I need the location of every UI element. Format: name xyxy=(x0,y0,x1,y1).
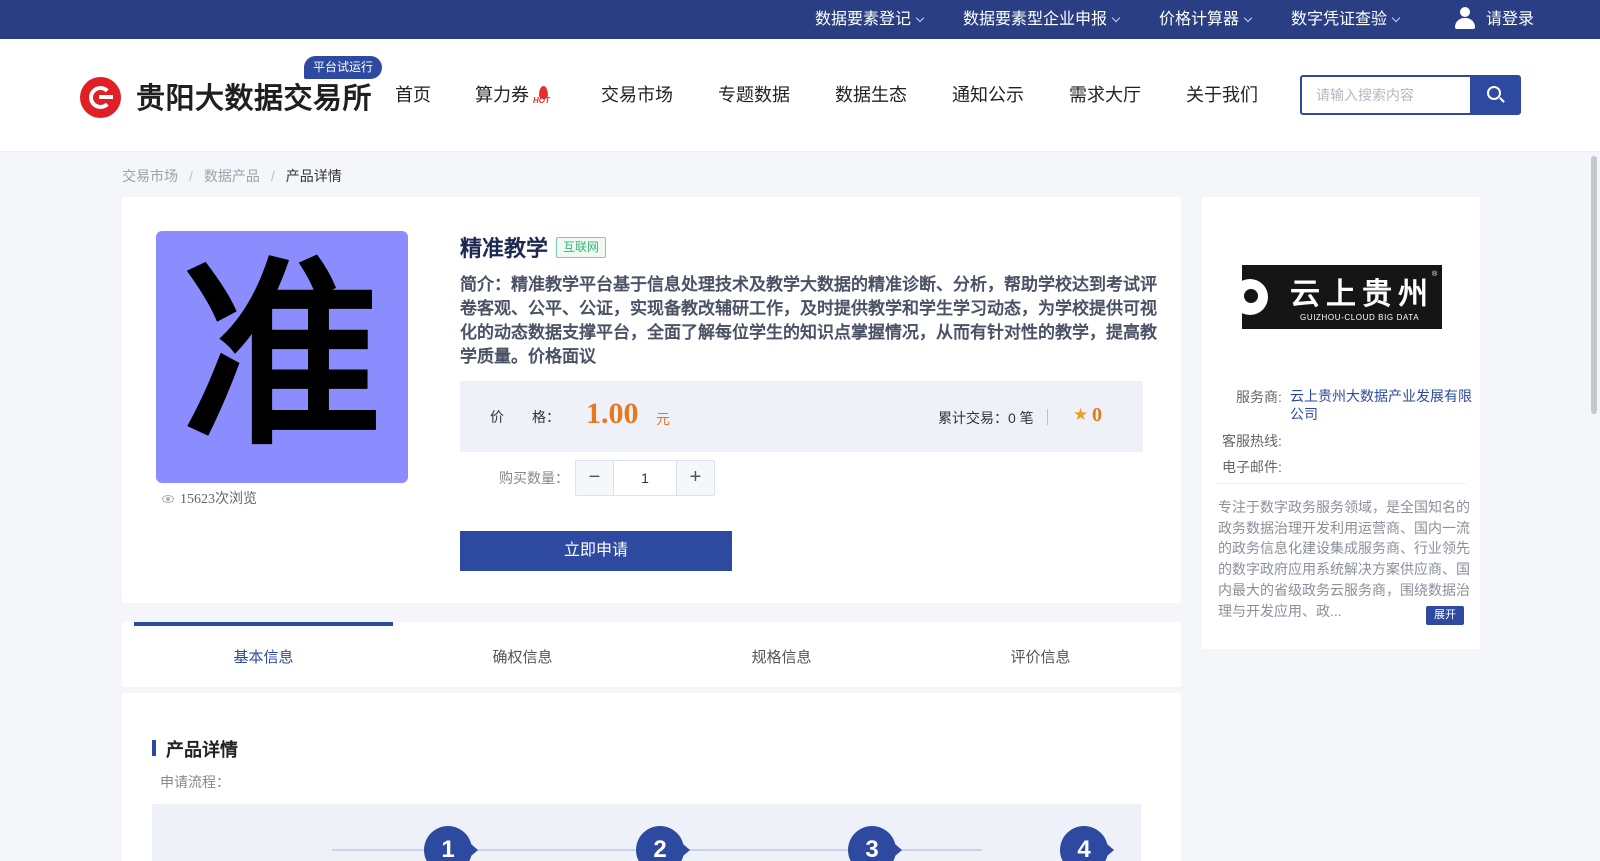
price-panel: 价 格： 1.00 元 累计交易：0 笔 ★ 0 xyxy=(460,381,1143,452)
section-title: 产品详情 xyxy=(166,740,238,760)
nav-demand-hall[interactable]: 需求大厅 xyxy=(1069,81,1141,107)
quantity-decrease-button[interactable]: − xyxy=(576,461,614,495)
topbar-digital-certificate[interactable]: 数字凭证查验 xyxy=(1291,0,1401,39)
tab-rights-info[interactable]: 确权信息 xyxy=(393,622,652,687)
price-label: 价 格： xyxy=(490,409,560,425)
product-image: 准 xyxy=(156,231,408,483)
quantity-label: 购买数量： xyxy=(499,470,569,486)
vendor-card: 云上贵州 ® GUIZHOU-CLOUD BIG DATA 服务商: 云上贵州大… xyxy=(1202,197,1480,649)
search-box xyxy=(1300,75,1521,115)
chevron-down-icon xyxy=(1243,13,1253,23)
provider-label: 服务商: xyxy=(1236,389,1282,405)
vendor-intro: 专注于数字政务服务领域，是全国知名的政务数据治理开发利用运营商、国内一流的政务信… xyxy=(1218,499,1470,619)
trade-count: 累计交易：0 笔 xyxy=(938,410,1034,426)
nav-ecosystem[interactable]: 数据生态 xyxy=(835,81,907,107)
email-label: 电子邮件: xyxy=(1222,459,1282,475)
divider xyxy=(1216,483,1466,484)
site-logo-icon[interactable] xyxy=(80,77,121,118)
hotline-label: 客服热线: xyxy=(1222,433,1282,449)
search-input[interactable] xyxy=(1302,77,1472,113)
beta-badge: 平台试运行 xyxy=(304,56,383,79)
quantity-increase-button[interactable]: + xyxy=(676,461,714,495)
top-bar: 数据要素登记 数据要素型企业申报 价格计算器 数字凭证查验 请登录 xyxy=(0,0,1600,39)
divider xyxy=(1047,409,1048,425)
chevron-down-icon xyxy=(1111,13,1121,23)
tab-spec-info[interactable]: 规格信息 xyxy=(652,622,911,687)
flow-step-2: 2 xyxy=(636,826,690,861)
site-name[interactable]: 贵阳大数据交易所 xyxy=(136,75,372,117)
breadcrumb: 交易市场 / 数据产品 / 产品详情 xyxy=(122,168,342,184)
flow-step-4: 4 xyxy=(1060,826,1114,861)
topbar-enterprise-declaration[interactable]: 数据要素型企业申报 xyxy=(963,0,1121,39)
quantity-stepper: − + xyxy=(575,460,715,496)
search-button[interactable] xyxy=(1470,77,1519,113)
nav-market[interactable]: 交易市场 xyxy=(601,81,673,107)
chevron-down-icon xyxy=(1391,13,1401,23)
scrollbar-thumb[interactable] xyxy=(1591,156,1597,414)
price-unit: 元 xyxy=(656,411,670,427)
chevron-down-icon xyxy=(915,13,925,23)
category-tag: 互联网 xyxy=(556,237,607,258)
site-header: 贵阳大数据交易所 平台试运行 首页 算力券 HOT 交易市场 专题数据 数据生态 … xyxy=(0,39,1600,152)
application-flow: 1 2 3 4 xyxy=(152,804,1141,861)
topbar-price-calculator[interactable]: 价格计算器 xyxy=(1159,0,1253,39)
product-description: 简介：精准教学平台基于信息处理技术及教学大数据的精准诊断、分析，帮助学校达到考试… xyxy=(460,275,1157,366)
provider-name[interactable]: 云上贵州大数据产业发展有限公司 xyxy=(1290,387,1474,423)
breadcrumb-current: 产品详情 xyxy=(285,168,342,184)
cloud-logo-icon xyxy=(1242,279,1268,315)
price-value: 1.00 xyxy=(586,397,639,430)
expand-button[interactable]: 展开 xyxy=(1426,606,1464,625)
eye-icon xyxy=(162,494,174,503)
nav-compute-voucher[interactable]: 算力券 HOT xyxy=(475,81,555,107)
flow-label: 申请流程： xyxy=(160,774,230,790)
apply-button[interactable]: 立即申请 xyxy=(460,531,732,571)
nav-about[interactable]: 关于我们 xyxy=(1186,81,1258,107)
flow-step-1: 1 xyxy=(424,826,478,861)
user-icon xyxy=(1454,6,1476,29)
vendor-logo: 云上贵州 ® GUIZHOU-CLOUD BIG DATA xyxy=(1242,265,1442,329)
product-title: 精准教学 xyxy=(460,236,549,261)
rating-value: 0 xyxy=(1092,404,1102,426)
login-link[interactable]: 请登录 xyxy=(1454,0,1534,39)
topbar-data-registration[interactable]: 数据要素登记 xyxy=(815,0,925,39)
quantity-input[interactable] xyxy=(614,461,676,495)
tab-basic-info[interactable]: 基本信息 xyxy=(134,622,393,687)
nav-home[interactable]: 首页 xyxy=(395,81,431,107)
detail-tabs: 基本信息 确权信息 规格信息 评价信息 xyxy=(122,622,1181,687)
product-detail-section: 产品详情 申请流程： 1 2 3 4 xyxy=(122,693,1181,861)
star-icon: ★ xyxy=(1073,405,1089,424)
section-marker xyxy=(152,740,156,756)
breadcrumb-market[interactable]: 交易市场 xyxy=(122,168,178,184)
hot-icon: HOT xyxy=(533,86,555,106)
product-card: 准 15623次浏览 精准教学 互联网 简介：精准教学平台基于信息处理技术及教学… xyxy=(122,197,1181,603)
breadcrumb-data-products[interactable]: 数据产品 xyxy=(204,168,260,184)
nav-notices[interactable]: 通知公示 xyxy=(952,81,1024,107)
tab-review-info[interactable]: 评价信息 xyxy=(911,622,1170,687)
nav-topic-data[interactable]: 专题数据 xyxy=(718,81,790,107)
flow-step-3: 3 xyxy=(848,826,902,861)
view-count: 15623次浏览 xyxy=(162,488,257,508)
